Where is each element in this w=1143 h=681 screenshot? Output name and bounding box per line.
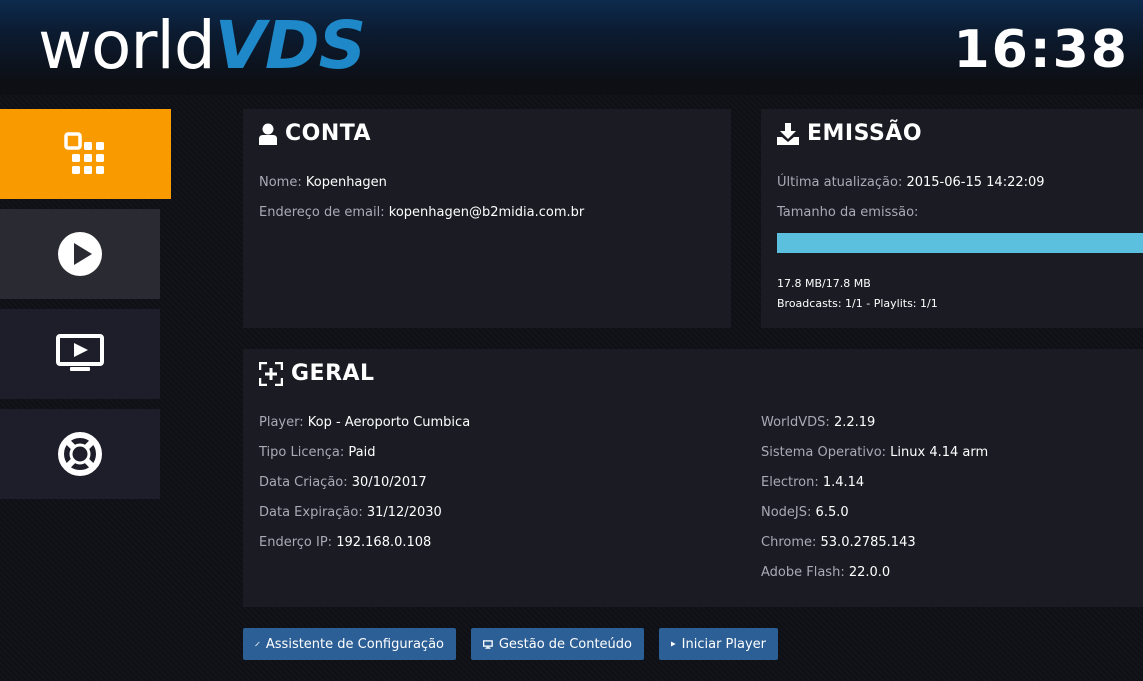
broadcasts-text: Broadcasts: 1/1 - Playlits: 1/1: [777, 297, 938, 310]
geral-title: GERAL: [259, 361, 375, 386]
geral-right-row: NodeJS: 6.5.0: [761, 505, 849, 520]
geral-right-row: Chrome: 53.0.2785.143: [761, 535, 916, 550]
magic-wand-icon: [255, 641, 260, 647]
setup-wizard-button[interactable]: Assistente de Configuração: [243, 628, 456, 660]
content-management-button[interactable]: Gestão de Conteúdo: [471, 628, 644, 660]
desktop-icon: [483, 639, 493, 649]
download-icon: [777, 122, 799, 145]
play-icon: [671, 641, 676, 647]
start-player-button[interactable]: Iniciar Player: [659, 628, 778, 660]
tv-play-icon: [56, 334, 104, 371]
geral-left-row: Tipo Licença: Paid: [259, 445, 376, 460]
expand-plus-icon: [259, 361, 283, 386]
emission-progress-fill: [777, 233, 1143, 253]
app-logo: worldVDS: [38, 7, 366, 84]
conta-title: CONTA: [259, 121, 371, 146]
sidebar-item-monitor[interactable]: [0, 309, 160, 399]
geral-right-row: Adobe Flash: 22.0.0: [761, 565, 891, 580]
geral-panel: GERAL Player: Kop - Aeroporto Cumbica Ti…: [243, 349, 1143, 607]
sidebar-item-dashboard[interactable]: [0, 109, 171, 199]
clock: 16:38: [953, 20, 1129, 80]
geral-left-row: Data Expiração: 31/12/2030: [259, 505, 442, 520]
nome-row: Nome: Kopenhagen: [259, 175, 387, 190]
apps-grid-icon: [63, 132, 104, 174]
top-header: worldVDS 16:38: [0, 0, 1143, 95]
user-icon: [259, 123, 277, 145]
size-label: Tamanho da emissão:: [777, 205, 919, 220]
sidebar-item-support[interactable]: [0, 409, 160, 499]
geral-right-row: Electron: 1.4.14: [761, 475, 865, 490]
emission-progress-bar: [777, 233, 1143, 253]
geral-left-row: Enderço IP: 192.168.0.108: [259, 535, 432, 550]
update-row: Última atualização: 2015-06-15 14:22:09: [777, 175, 1045, 190]
geral-right-row: Sistema Operativo: Linux 4.14 arm: [761, 445, 989, 460]
sidebar-item-play[interactable]: [0, 209, 160, 299]
conta-panel: CONTA Nome: Kopenhagen Endereço de email…: [243, 109, 731, 328]
play-circle-icon: [58, 232, 102, 276]
size-text: 17.8 MB/17.8 MB: [777, 277, 871, 290]
emissao-panel: EMISSÃO Última atualização: 2015-06-15 1…: [761, 109, 1143, 328]
geral-right-row: WorldVDS: 2.2.19: [761, 415, 876, 430]
geral-left-row: Player: Kop - Aeroporto Cumbica: [259, 415, 471, 430]
email-row: Endereço de email: kopenhagen@b2midia.co…: [259, 205, 585, 220]
emissao-title: EMISSÃO: [777, 121, 922, 146]
geral-left-row: Data Criação: 30/10/2017: [259, 475, 427, 490]
lifebuoy-icon: [58, 432, 102, 476]
